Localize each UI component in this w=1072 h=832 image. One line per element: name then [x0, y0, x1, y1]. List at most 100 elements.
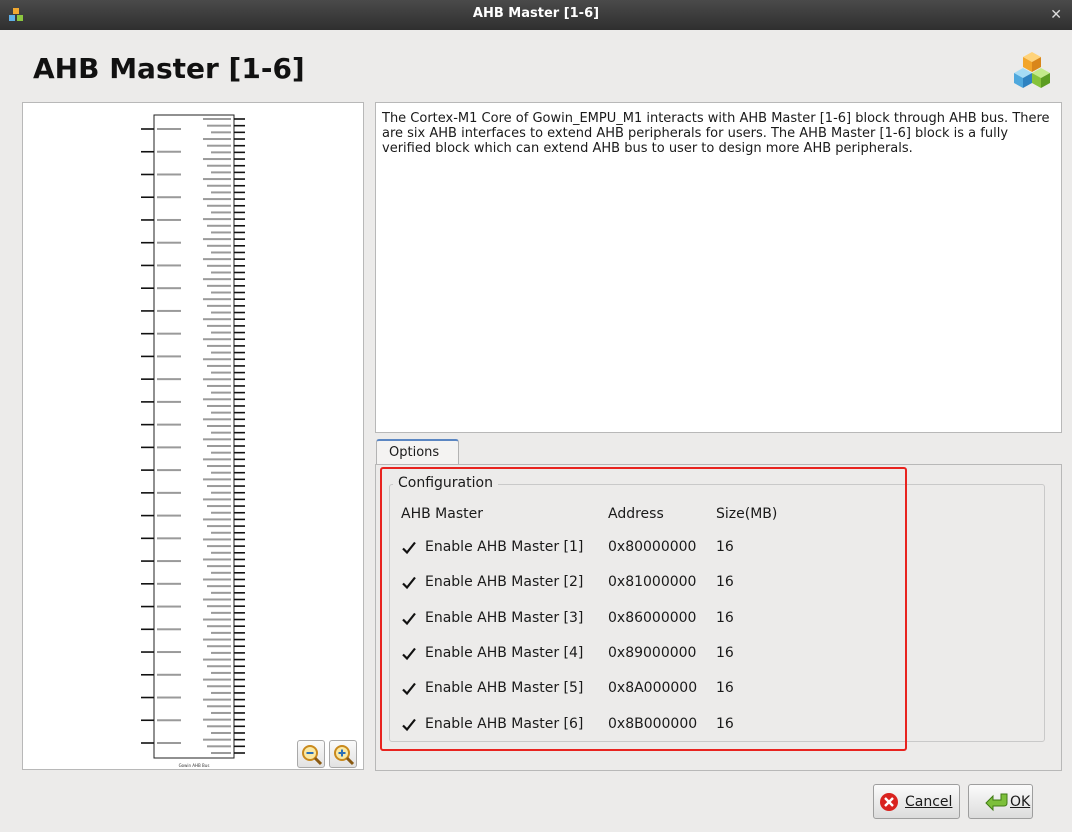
symbol-pin-label [157, 560, 181, 563]
symbol-pin-label [207, 144, 231, 147]
symbol-pin-label [207, 585, 231, 588]
symbol-pin-label [203, 478, 231, 481]
symbol-pin-label [207, 284, 231, 287]
symbol-pin-label [211, 251, 231, 254]
symbol-pin-label [157, 423, 181, 426]
symbol-pin-label [203, 598, 231, 601]
symbol-pin-label [157, 309, 181, 312]
symbol-pin-label [203, 558, 231, 561]
symbol-pin-label [207, 705, 231, 708]
symbol-pin-label [157, 173, 181, 176]
symbol-pin-label [211, 571, 231, 574]
cancel-button[interactable]: Cancel [873, 784, 960, 819]
symbol-pin-label [203, 678, 231, 681]
ip-cubes-logo-icon [1014, 52, 1050, 88]
window-title: AHB Master [1-6] [472, 6, 600, 21]
zoom-out-button[interactable] [297, 740, 325, 768]
symbol-pin-label [207, 204, 231, 207]
ok-button[interactable]: OK [968, 784, 1033, 819]
symbol-pin-label [207, 565, 231, 568]
symbol-pin-label [157, 196, 181, 199]
symbol-pin-label [207, 184, 231, 187]
zoom-in-button[interactable] [329, 740, 357, 768]
symbol-pin-label [211, 711, 231, 714]
symbol-pin-label [203, 338, 231, 341]
page-title: AHB Master [1-6] [33, 52, 305, 85]
window-titlebar: AHB Master [1-6] ✕ [0, 0, 1072, 30]
symbol-pin-label [203, 618, 231, 621]
symbol-pin-label [207, 264, 231, 267]
symbol-pin-label [203, 118, 231, 120]
symbol-pin-label [203, 238, 231, 241]
symbol-pin-label [157, 287, 181, 290]
symbol-pin-label [211, 191, 231, 194]
symbol-pin-label [157, 218, 181, 221]
symbol-pin-label [207, 505, 231, 508]
symbol-pin-label [157, 446, 181, 449]
symbol-pin-label [207, 244, 231, 247]
symbol-pin-label [203, 718, 231, 721]
symbol-pin-label [211, 691, 231, 694]
symbol-pin-label [207, 485, 231, 488]
symbol-pin-label [157, 491, 181, 494]
symbol-pin-label [211, 491, 231, 494]
tab-options[interactable]: Options [376, 439, 459, 465]
symbol-pin-label [203, 578, 231, 581]
symbol-pin-label [203, 198, 231, 201]
symbol-pin-label [211, 311, 231, 314]
ok-arrow-icon [985, 793, 1008, 812]
symbol-pin-label [157, 241, 181, 244]
symbol-pin-label [157, 719, 181, 722]
symbol-pin-label [211, 611, 231, 614]
symbol-pin-label [203, 218, 231, 221]
symbol-pin-label [203, 278, 231, 281]
symbol-pin-label [203, 298, 231, 301]
symbol-pin-label [203, 538, 231, 541]
symbol-pin-label [157, 150, 181, 153]
symbol-pin-label [207, 304, 231, 307]
description-text: The Cortex-M1 Core of Gowin_EMPU_M1 inte… [375, 102, 1062, 433]
symbol-pin-label [203, 658, 231, 661]
symbol-pin-label [211, 551, 231, 554]
symbol-pin-label [211, 591, 231, 594]
symbol-pin-label [203, 698, 231, 701]
symbol-pin-label [207, 404, 231, 407]
symbol-pin-label [211, 391, 231, 394]
close-icon[interactable]: ✕ [1050, 7, 1062, 23]
symbol-pin-label [211, 171, 231, 174]
symbol-pin-label [207, 685, 231, 688]
symbol-pin-label [203, 418, 231, 421]
symbol-pin-label [203, 258, 231, 261]
symbol-pin-label [207, 525, 231, 528]
symbol-pin-label [157, 582, 181, 585]
symbol-caption: Gowin AHB Bus [179, 763, 210, 768]
symbol-pin-label [203, 498, 231, 501]
symbol-pin-label [211, 451, 231, 454]
symbol-pin-label [211, 131, 231, 134]
symbol-pin-label [203, 458, 231, 461]
symbol-pin-label [211, 752, 231, 754]
symbol-pin-label [157, 332, 181, 335]
symbol-pin-label [203, 438, 231, 441]
symbol-pin-label [157, 378, 181, 381]
symbol-pin-label [157, 628, 181, 631]
symbol-pin-label [211, 211, 231, 214]
symbol-pin-label [157, 605, 181, 608]
symbol-pin-label [157, 742, 181, 744]
symbol-pin-label [157, 537, 181, 540]
symbol-pin-label [157, 469, 181, 472]
symbol-pin-label [207, 665, 231, 668]
symbol-pin-label [207, 324, 231, 327]
symbol-pin-label [207, 745, 231, 748]
symbol-pin-label [211, 631, 231, 634]
symbol-pin-label [207, 424, 231, 427]
symbol-pin-label [203, 518, 231, 521]
symbol-pin-label [211, 431, 231, 434]
symbol-pin-label [157, 128, 181, 130]
symbol-pin-label [211, 331, 231, 334]
symbol-pin-label [157, 355, 181, 358]
symbol-pin-label [207, 364, 231, 367]
symbol-pin-label [211, 411, 231, 414]
symbol-pin-label [207, 625, 231, 628]
symbol-pin-label [211, 531, 231, 534]
